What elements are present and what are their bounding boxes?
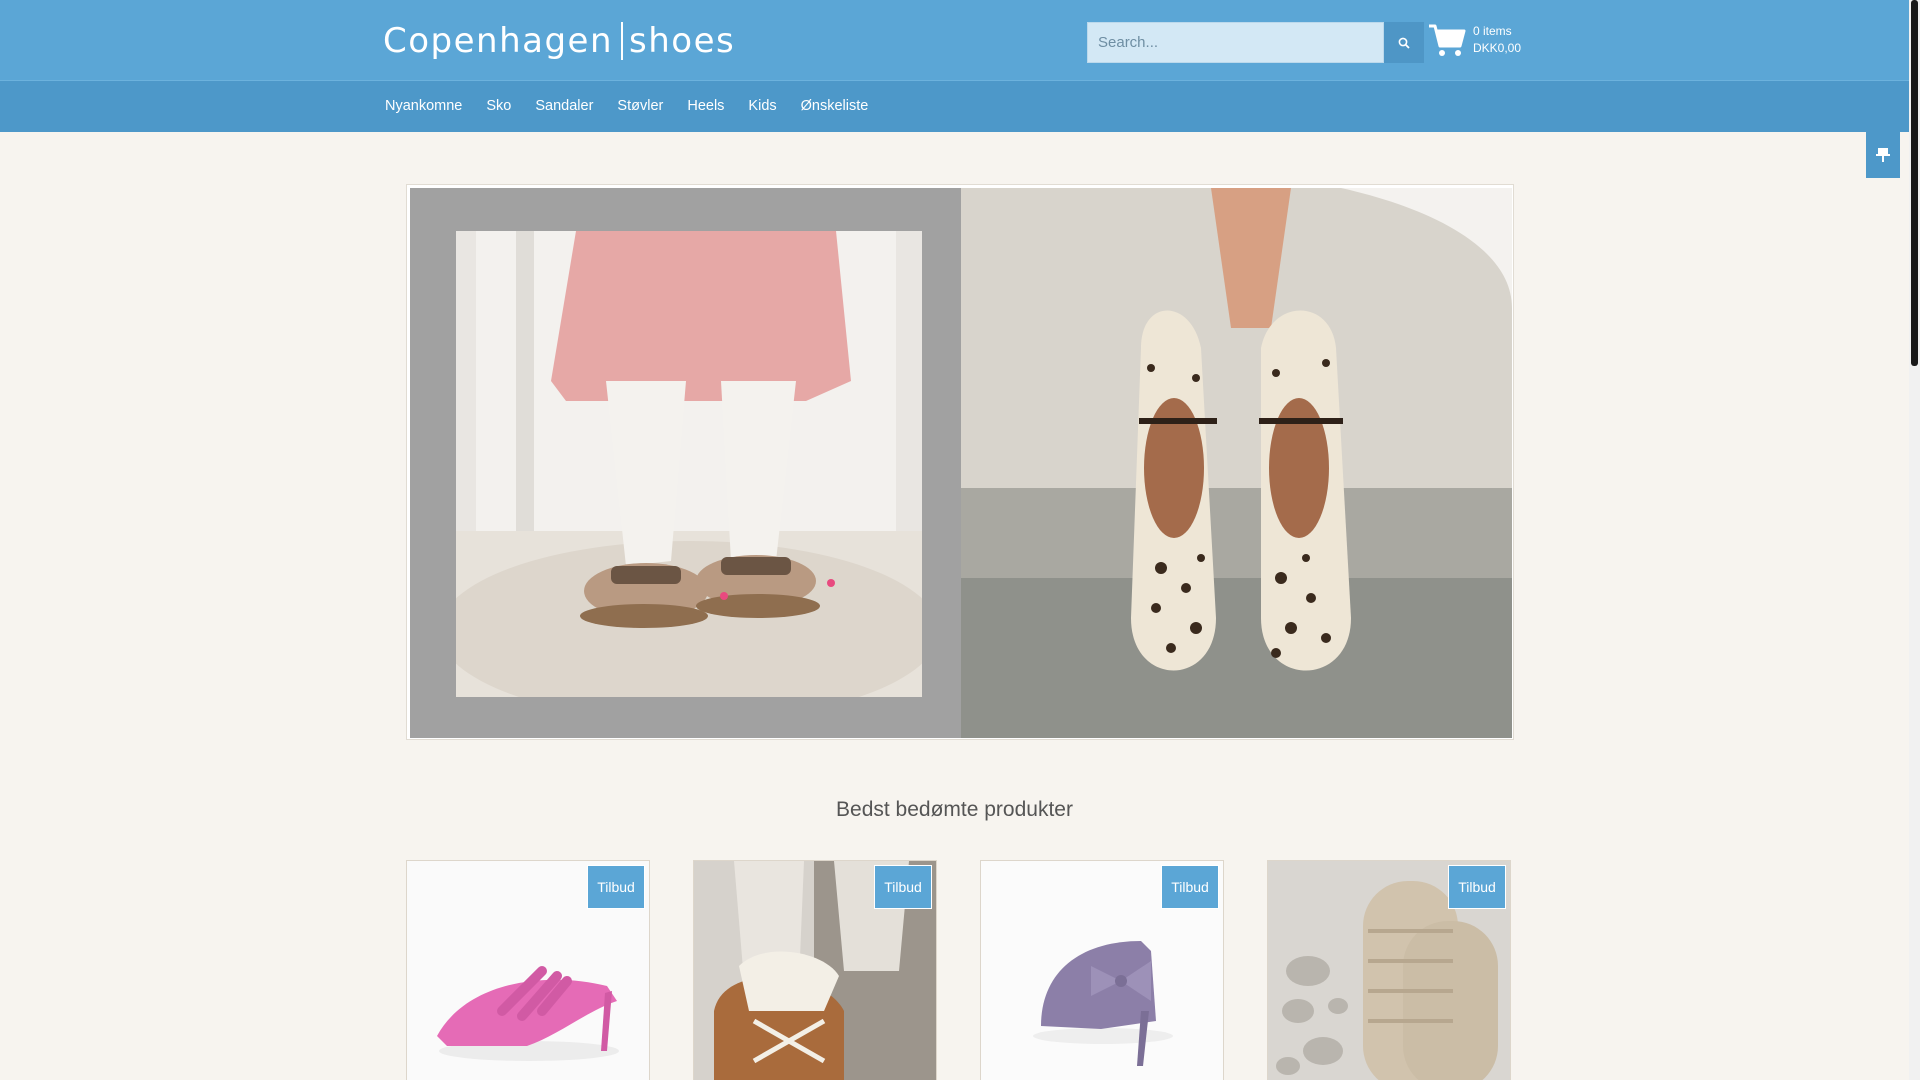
cart-item-count: 0 items	[1473, 24, 1512, 38]
nav-item-sandaler[interactable]: Sandaler	[535, 98, 593, 114]
nav-item-heels[interactable]: Heels	[687, 98, 724, 114]
offer-badge: Tilbud	[874, 865, 932, 909]
banner-right-panel	[961, 188, 1512, 738]
search-icon	[1398, 37, 1410, 49]
scrollbar-thumb[interactable]	[1911, 0, 1918, 366]
banner-left-panel	[410, 188, 961, 738]
product-card[interactable]: Tilbud	[693, 860, 937, 1080]
cart-widget[interactable]: 0 items DKK0,00	[1427, 22, 1521, 58]
pin-icon	[1876, 148, 1890, 162]
offer-badge: Tilbud	[1448, 865, 1506, 909]
leopard-flats-photo	[961, 188, 1512, 738]
offer-badge: Tilbud	[1161, 865, 1219, 909]
product-card[interactable]: Tilbud	[980, 860, 1224, 1080]
cart-icon	[1429, 24, 1466, 56]
nav-item-kids[interactable]: Kids	[748, 98, 776, 114]
nav-item-nyankomne[interactable]: Nyankomne	[385, 98, 462, 114]
site-logo[interactable]: Copenhagen shoes	[383, 21, 736, 61]
nav-item-stovler[interactable]: Støvler	[617, 98, 663, 114]
hero-banner[interactable]	[406, 184, 1514, 740]
sandals-photo	[456, 231, 922, 697]
product-card[interactable]: Tilbud	[406, 860, 650, 1080]
search-button[interactable]	[1384, 22, 1424, 63]
logo-text-left: Copenhagen	[383, 21, 614, 61]
offer-badge: Tilbud	[587, 865, 645, 909]
side-tab-button[interactable]	[1866, 132, 1900, 178]
search-input[interactable]	[1087, 22, 1384, 63]
cart-total: DKK0,00	[1473, 41, 1522, 55]
nav-menu: Nyankomne Sko Sandaler Støvler Heels Kid…	[385, 80, 892, 132]
logo-separator	[621, 22, 624, 60]
nav-item-wishlist[interactable]: Ønskeliste	[801, 98, 869, 114]
main-nav-bar	[0, 80, 1909, 132]
site-header	[0, 0, 1909, 80]
logo-text-right: shoes	[629, 21, 736, 61]
nav-item-sko[interactable]: Sko	[486, 98, 511, 114]
section-title: Bedst bedømte produkter	[836, 798, 1073, 821]
product-card[interactable]: Tilbud	[1267, 860, 1511, 1080]
